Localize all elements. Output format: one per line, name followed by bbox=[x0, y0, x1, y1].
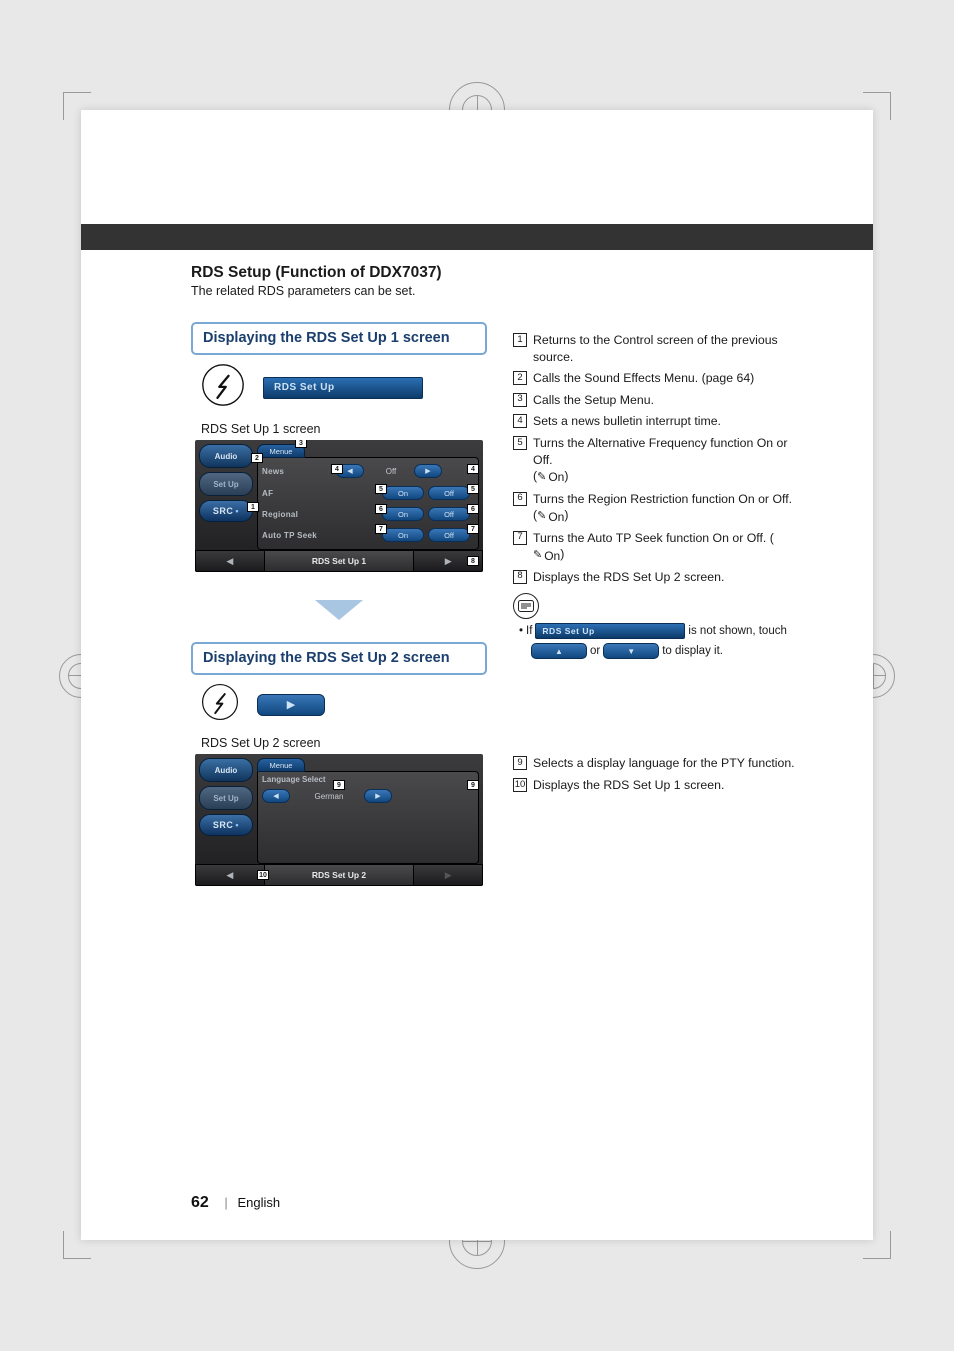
lang-prev bbox=[262, 789, 290, 803]
num-3: 3 bbox=[513, 393, 527, 407]
callout-7r: 7 bbox=[467, 524, 479, 534]
screen1-bottom-title: RDS Set Up 1 bbox=[265, 550, 414, 572]
callout-4r: 4 bbox=[467, 464, 479, 474]
manual-page: RDS Setup (Function of DDX7037) The rela… bbox=[81, 110, 873, 1240]
news-label: News bbox=[262, 467, 336, 476]
callout-6l: 6 bbox=[375, 504, 387, 514]
desc-7: Turns the Auto TP Seek function On or Of… bbox=[533, 530, 801, 564]
af-off: Off bbox=[428, 486, 470, 500]
lang-next bbox=[364, 789, 392, 803]
callout-3: 3 bbox=[295, 440, 307, 448]
desc-9: Selects a display language for the PTY f… bbox=[533, 755, 801, 772]
section-title: RDS Setup (Function of DDX7037) bbox=[191, 264, 801, 282]
num-10: 10 bbox=[513, 778, 527, 792]
note-text: • If RDS Set Up is not shown, touch bbox=[519, 623, 801, 639]
descriptions-block1: 1 Returns to the Control screen of the pr… bbox=[513, 332, 801, 585]
num-6: 6 bbox=[513, 492, 527, 506]
page-footer: 62 | English bbox=[191, 1194, 280, 1212]
pencil-icon: ✎ bbox=[533, 548, 542, 563]
down-button-icon: ▼ bbox=[603, 643, 659, 659]
note-text-2: ▲ or ▼ to display it. bbox=[531, 643, 801, 659]
page-language: English bbox=[237, 1195, 280, 1210]
rds-setup-menu-button: RDS Set Up bbox=[263, 377, 423, 399]
rds-setup1-screen: 3 2 1 4 4 5 5 6 6 7 7 8 Audio Set Up SRC… bbox=[195, 440, 483, 572]
lang-value: German bbox=[294, 792, 364, 801]
desc-5: Turns the Alternative Frequency function… bbox=[533, 435, 801, 486]
regional-label: Regional bbox=[262, 510, 336, 519]
touch-icon bbox=[201, 683, 239, 726]
callout-9l: 9 bbox=[333, 780, 345, 790]
autotp-on: On bbox=[382, 528, 424, 542]
callout-5r: 5 bbox=[467, 484, 479, 494]
num-9: 9 bbox=[513, 756, 527, 770]
callout-7l: 7 bbox=[375, 524, 387, 534]
note-icon bbox=[513, 593, 539, 619]
screen1-caption: RDS Set Up 1 screen bbox=[201, 422, 487, 436]
header-band bbox=[81, 224, 873, 250]
callout-9r: 9 bbox=[467, 780, 479, 790]
language-select-label: Language Select bbox=[262, 775, 474, 784]
screen-setup-button: Set Up bbox=[199, 786, 253, 810]
af-on: On bbox=[382, 486, 424, 500]
touch-icon bbox=[201, 363, 245, 412]
touch-instruction-2: ▶ bbox=[201, 683, 487, 726]
news-next bbox=[414, 464, 442, 478]
block1-heading: Displaying the RDS Set Up 1 screen bbox=[191, 322, 487, 355]
page-prev: ◀ bbox=[195, 550, 265, 572]
page-next-disabled: ▶ bbox=[413, 864, 483, 886]
callout-8: 8 bbox=[467, 556, 479, 566]
touch-instruction: RDS Set Up bbox=[201, 363, 487, 412]
regional-on: On bbox=[382, 507, 424, 521]
num-2: 2 bbox=[513, 371, 527, 385]
callout-5l: 5 bbox=[375, 484, 387, 494]
desc-1: Returns to the Control screen of the pre… bbox=[533, 332, 801, 365]
screen2-bottom-title: RDS Set Up 2 bbox=[265, 864, 414, 886]
news-value: Off bbox=[368, 467, 414, 476]
autotp-off: Off bbox=[428, 528, 470, 542]
num-8: 8 bbox=[513, 570, 527, 584]
desc-10: Displays the RDS Set Up 1 screen. bbox=[533, 777, 801, 794]
block2-heading: Displaying the RDS Set Up 2 screen bbox=[191, 642, 487, 675]
callout-4l: 4 bbox=[331, 464, 343, 474]
screen2-caption: RDS Set Up 2 screen bbox=[201, 736, 487, 750]
screen-setup-button: Set Up bbox=[199, 472, 253, 496]
af-label: AF bbox=[262, 489, 336, 498]
callout-6r: 6 bbox=[467, 504, 479, 514]
flow-down-arrow-icon bbox=[315, 600, 363, 620]
desc-2: Calls the Sound Effects Menu. (page 64) bbox=[533, 370, 801, 387]
num-7: 7 bbox=[513, 531, 527, 545]
screen-src-button: SRC• bbox=[199, 500, 253, 522]
num-1: 1 bbox=[513, 333, 527, 347]
next-page-button: ▶ bbox=[257, 694, 325, 716]
callout-10: 10 bbox=[257, 870, 269, 880]
desc-6: Turns the Region Restriction function On… bbox=[533, 491, 801, 525]
desc-4: Sets a news bulletin interrupt time. bbox=[533, 413, 801, 430]
desc-8: Displays the RDS Set Up 2 screen. bbox=[533, 569, 801, 586]
descriptions-block2: 9 Selects a display language for the PTY … bbox=[513, 755, 801, 793]
autotp-label: Auto TP Seek bbox=[262, 531, 336, 540]
regional-off: Off bbox=[428, 507, 470, 521]
pencil-icon: ✎ bbox=[537, 470, 546, 485]
page-prev: ◀ bbox=[195, 864, 265, 886]
page-number: 62 bbox=[191, 1194, 209, 1211]
callout-1: 1 bbox=[247, 502, 259, 512]
note-rds-setup-button: RDS Set Up bbox=[535, 623, 685, 639]
desc-3: Calls the Setup Menu. bbox=[533, 392, 801, 409]
screen-audio-button: Audio bbox=[199, 758, 253, 782]
screen-src-button: SRC• bbox=[199, 814, 253, 836]
section-subtitle: The related RDS parameters can be set. bbox=[191, 284, 801, 298]
num-5: 5 bbox=[513, 436, 527, 450]
num-4: 4 bbox=[513, 414, 527, 428]
menu-tab: Menue bbox=[257, 758, 305, 772]
pencil-icon: ✎ bbox=[537, 509, 546, 524]
up-button-icon: ▲ bbox=[531, 643, 587, 659]
rds-setup2-screen: 9 9 10 Audio Set Up SRC• Menue Language … bbox=[195, 754, 483, 886]
callout-2: 2 bbox=[251, 453, 263, 463]
screen-audio-button: Audio bbox=[199, 444, 253, 468]
